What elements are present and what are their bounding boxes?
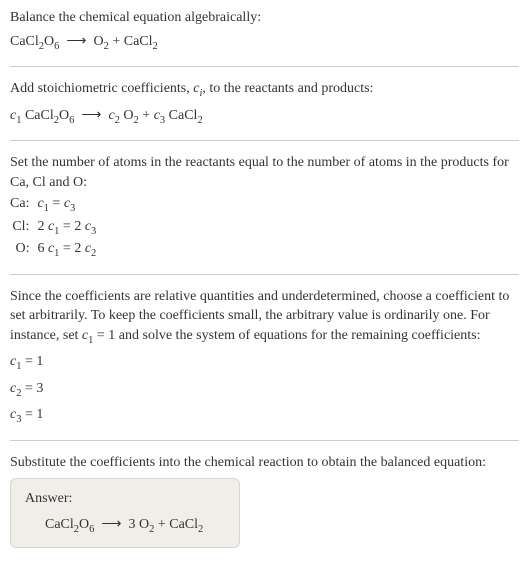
table-row: O: 6 c1 = 2 c2 [10,239,102,261]
table-row: Ca: c1 = c3 [10,194,102,216]
section-answer: Substitute the coefficients into the che… [10,453,519,561]
element-equation: 6 c1 = 2 c2 [37,239,102,261]
answer-label: Answer: [25,489,225,509]
section-add-coefficients: Add stoichiometric coefficients, ci, to … [10,79,519,141]
prompt-text: Balance the chemical equation algebraica… [10,8,519,28]
atom-balance-intro: Set the number of atoms in the reactants… [10,153,519,192]
table-row: Cl: 2 c1 = 2 c3 [10,217,102,239]
answer-intro: Substitute the coefficients into the che… [10,453,519,473]
atom-balance-table: Ca: c1 = c3 Cl: 2 c1 = 2 c3 O: 6 c1 = 2 … [10,194,102,261]
element-equation: 2 c1 = 2 c3 [37,217,102,239]
section-balance-prompt: Balance the chemical equation algebraica… [10,8,519,67]
coeff-text-b: , to the reactants and products: [202,81,373,96]
equation-with-coeffs: c1 CaCl2O6 ⟶ c2 O2 + c3 CaCl2 [10,106,519,128]
coeff-text: Add stoichiometric coefficients, ci, to … [10,79,519,101]
element-equation: c1 = c3 [37,194,102,216]
solve-intro: Since the coefficients are relative quan… [10,287,519,349]
answer-box: Answer: CaCl2O6 ⟶ 3 O2 + CaCl2 [10,478,240,548]
element-label: Ca: [10,194,37,216]
balanced-equation: CaCl2O6 ⟶ 3 O2 + CaCl2 [25,515,225,537]
section-atom-balance: Set the number of atoms in the reactants… [10,153,519,275]
equation-unbalanced: CaCl2O6 ⟶ O2 + CaCl2 [10,32,519,54]
section-solve: Since the coefficients are relative quan… [10,287,519,441]
solve-intro-b: = 1 and solve the system of equations fo… [93,328,480,343]
solution-c3: c3 = 1 [10,405,519,427]
coeff-text-a: Add stoichiometric coefficients, [10,81,193,96]
element-label: Cl: [10,217,37,239]
solution-c1: c1 = 1 [10,352,519,374]
element-label: O: [10,239,37,261]
solution-c2: c2 = 3 [10,379,519,401]
